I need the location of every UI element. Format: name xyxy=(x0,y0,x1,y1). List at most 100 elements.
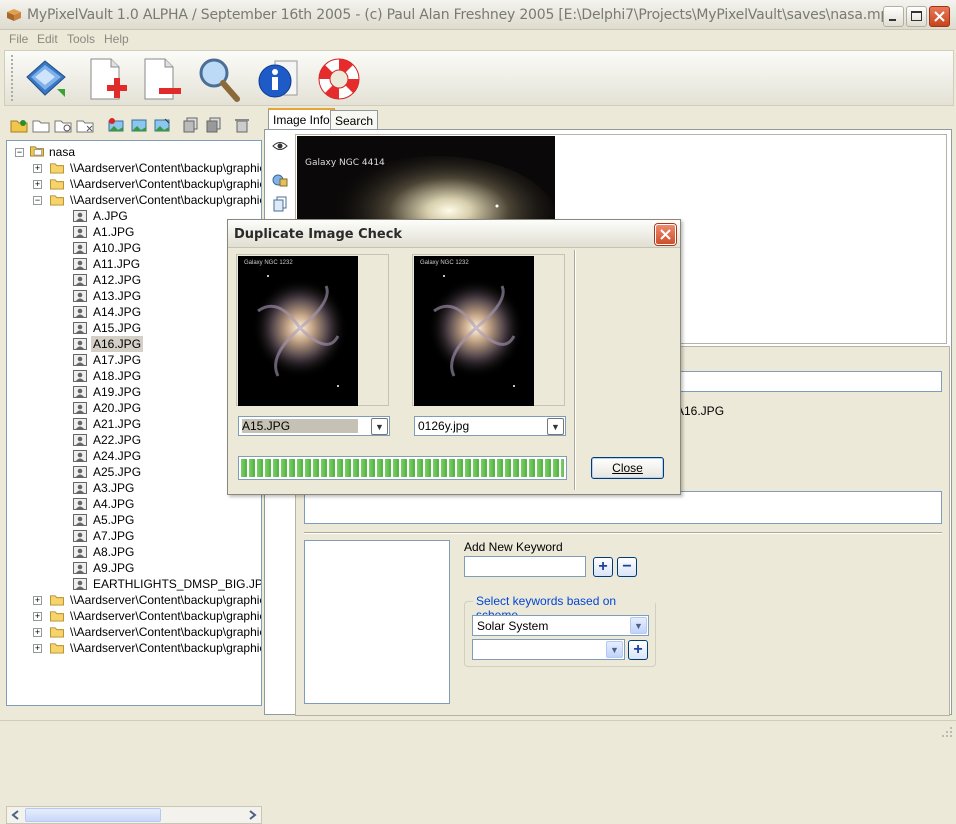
tree-file-row[interactable]: A19.JPG xyxy=(11,384,261,400)
tree-root[interactable]: − nasa xyxy=(11,144,251,160)
tree-file-row[interactable]: A7.JPG xyxy=(11,528,261,544)
right-file-select[interactable]: 0126y.jpg ▼ xyxy=(414,416,566,436)
scheme-select[interactable]: Solar System ▼ xyxy=(472,615,649,636)
folder-icon xyxy=(50,627,64,638)
resize-grip-icon[interactable] xyxy=(940,725,954,739)
description-field[interactable] xyxy=(304,491,942,524)
scheme-keyword-select[interactable]: ▼ xyxy=(472,639,625,660)
scroll-thumb[interactable] xyxy=(25,808,161,822)
scroll-left-icon[interactable] xyxy=(9,808,23,822)
folder-refresh-icon[interactable] xyxy=(54,117,72,133)
eye-icon[interactable] xyxy=(272,138,288,154)
add-photo-icon[interactable] xyxy=(107,117,125,133)
remove-keyword-button[interactable]: − xyxy=(617,557,637,577)
menu-tools[interactable]: Tools xyxy=(67,32,95,46)
image-file-icon xyxy=(73,546,87,558)
tab-image-info[interactable]: Image Info xyxy=(268,108,335,130)
left-file-select[interactable]: A15.JPG ▼ xyxy=(238,416,390,436)
tree-file-row[interactable]: A24.JPG xyxy=(11,448,261,464)
expand-icon[interactable]: + xyxy=(33,180,42,189)
chevron-down-icon[interactable]: ▼ xyxy=(371,418,388,435)
tree-file-row[interactable]: A20.JPG xyxy=(11,400,261,416)
menu-help[interactable]: Help xyxy=(104,32,129,46)
photo-icon[interactable] xyxy=(130,117,148,133)
tree-file-row[interactable]: A13.JPG xyxy=(11,288,261,304)
close-window-button[interactable] xyxy=(929,6,950,27)
tree-folder-5[interactable]: + \\Aardserver\Content\backup\graphics xyxy=(11,608,261,624)
tree-folder-4[interactable]: + \\Aardserver\Content\backup\graphics xyxy=(11,592,261,608)
photo-edit-icon[interactable] xyxy=(153,117,171,133)
tree-file-row[interactable]: A.JPG xyxy=(11,208,261,224)
chevron-down-icon[interactable]: ▼ xyxy=(547,418,564,435)
tree-file-row[interactable]: A14.JPG xyxy=(11,304,261,320)
tree-file-row[interactable]: A10.JPG xyxy=(11,240,261,256)
title-bar: MyPixelVault 1.0 ALPHA / September 16th … xyxy=(0,0,956,30)
tree-file-row[interactable]: A18.JPG xyxy=(11,368,261,384)
tree-file-row[interactable]: A25.JPG xyxy=(11,464,261,480)
copy-pages-icon[interactable] xyxy=(272,196,288,212)
tree-folder-6[interactable]: + \\Aardserver\Content\backup\graphics xyxy=(11,624,261,640)
expand-icon[interactable]: + xyxy=(33,596,42,605)
close-button[interactable]: Close xyxy=(591,457,664,479)
tree-folder-2[interactable]: + \\Aardserver\Content\backup\graphics xyxy=(11,176,262,192)
tree-file-row[interactable]: A8.JPG xyxy=(11,544,261,560)
minimize-button[interactable] xyxy=(883,6,904,27)
trash-icon[interactable] xyxy=(233,117,251,133)
dialog-close-button[interactable] xyxy=(655,224,676,245)
tree-file-row[interactable]: A3.JPG xyxy=(11,480,261,496)
image-file-icon xyxy=(73,370,87,382)
tree-file-row[interactable]: A12.JPG xyxy=(11,272,261,288)
minus-icon: − xyxy=(622,558,632,575)
folder-label: \\Aardserver\Content\backup\graphics xyxy=(70,177,262,191)
add-scheme-keyword-button[interactable]: + xyxy=(628,640,648,660)
chevron-down-icon[interactable]: ▼ xyxy=(630,617,647,634)
image-properties-icon[interactable] xyxy=(272,172,288,188)
tree-folder-7[interactable]: + \\Aardserver\Content\backup\graphics xyxy=(11,640,261,656)
tree-file-row[interactable]: A21.JPG xyxy=(11,416,261,432)
tree-file-row[interactable]: A11.JPG xyxy=(11,256,261,272)
tree-file-row[interactable]: A17.JPG xyxy=(11,352,261,368)
move-icon[interactable] xyxy=(205,117,223,133)
add-image-button[interactable] xyxy=(83,55,133,103)
scroll-right-icon[interactable] xyxy=(245,808,259,822)
dialog-title-bar[interactable]: Duplicate Image Check xyxy=(228,220,680,248)
folder-icon[interactable] xyxy=(32,117,50,133)
tree-file-row[interactable]: A9.JPG xyxy=(11,560,261,576)
tree-file-row[interactable]: A22.JPG xyxy=(11,432,261,448)
tree-file-row[interactable]: A1.JPG xyxy=(11,224,261,240)
tree-folder-1[interactable]: + \\Aardserver\Content\backup\graphics xyxy=(11,160,261,176)
tree-folder-3[interactable]: − \\Aardserver\Content\backup\graphics xyxy=(11,192,261,208)
keywords-list[interactable] xyxy=(304,540,450,704)
tree-file-row[interactable]: A16.JPG xyxy=(11,336,261,352)
folder-remove-icon[interactable] xyxy=(76,117,94,133)
tab-search[interactable]: Search xyxy=(330,110,379,131)
copy-icon[interactable] xyxy=(182,117,200,133)
collapse-icon[interactable]: − xyxy=(15,148,24,157)
new-keyword-input[interactable] xyxy=(464,556,586,577)
new-folder-icon[interactable] xyxy=(10,117,28,133)
tree-file-row[interactable]: EARTHLIGHTS_DMSP_BIG.JPG xyxy=(11,576,261,592)
collapse-icon[interactable]: − xyxy=(33,196,42,205)
file-label: A15.JPG xyxy=(93,321,142,335)
expand-icon[interactable]: + xyxy=(33,612,42,621)
folder-tree[interactable]: − nasa + \\Aardserver\Content\backup\gra… xyxy=(6,140,262,706)
help-button[interactable] xyxy=(315,55,365,103)
menu-file[interactable]: File xyxy=(9,32,28,46)
expand-icon[interactable]: + xyxy=(33,644,42,653)
tree-file-row[interactable]: A5.JPG xyxy=(11,512,261,528)
maximize-button[interactable] xyxy=(906,6,927,27)
menu-edit[interactable]: Edit xyxy=(37,32,58,46)
remove-image-button[interactable] xyxy=(137,55,187,103)
add-keyword-button[interactable]: + xyxy=(593,557,613,577)
tree-horizontal-scrollbar[interactable] xyxy=(6,806,262,824)
title-field[interactable] xyxy=(680,371,942,392)
chevron-down-icon[interactable]: ▼ xyxy=(606,641,623,658)
expand-icon[interactable]: + xyxy=(33,628,42,637)
search-button[interactable] xyxy=(193,55,243,103)
info-button[interactable] xyxy=(253,55,303,103)
tree-file-row[interactable]: A4.JPG xyxy=(11,496,261,512)
open-vault-button[interactable] xyxy=(21,55,71,103)
expand-icon[interactable]: + xyxy=(33,164,42,173)
tree-file-row[interactable]: A15.JPG xyxy=(11,320,261,336)
toolbar-grip[interactable] xyxy=(11,55,14,101)
